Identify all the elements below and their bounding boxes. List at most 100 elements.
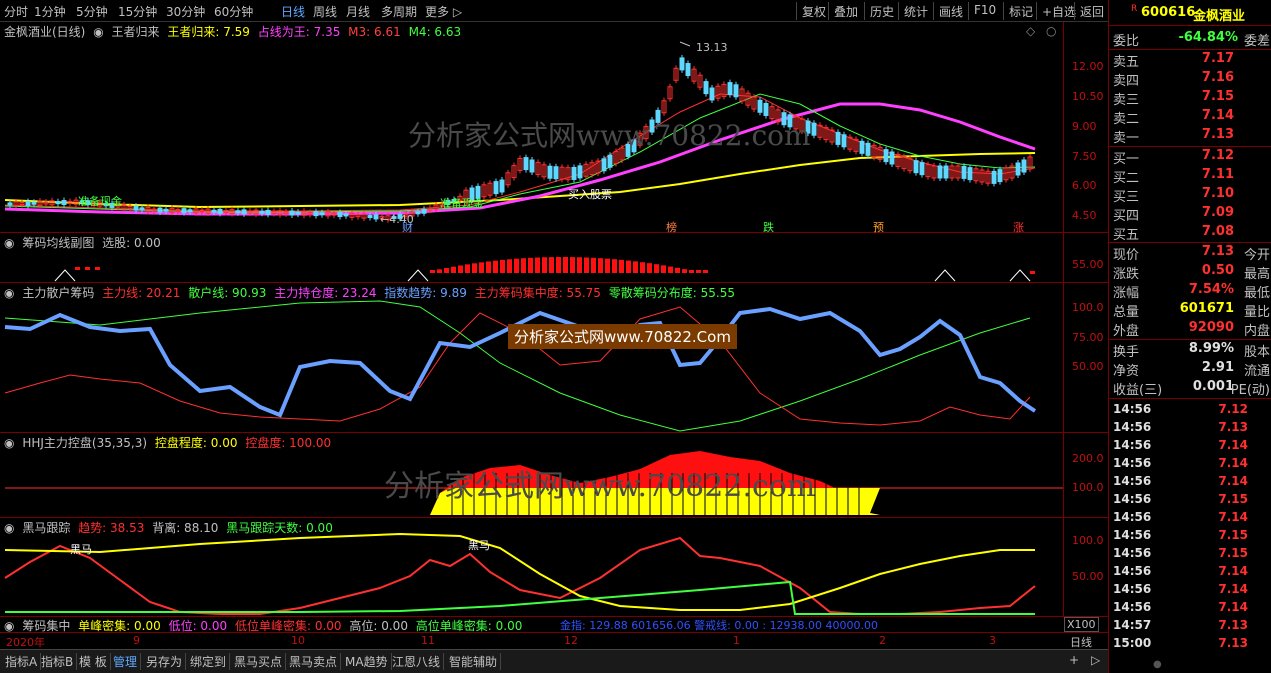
chip-bar: [584, 257, 589, 273]
candle: [181, 208, 187, 214]
bid-row: 买五 7.08: [1109, 224, 1271, 243]
draw-button[interactable]: 画线: [933, 2, 968, 20]
weibi-label: 委比: [1113, 34, 1140, 49]
period-more-button[interactable]: 更多 ▷: [425, 3, 462, 20]
main-retail-panel[interactable]: ◉ 主力散户筹码 主力线: 20.21 散户线: 90.93 主力持仓度: 23…: [0, 283, 1108, 433]
tick-time: 14:56: [1113, 474, 1152, 488]
tab-ma-trend[interactable]: MA趋势: [342, 653, 392, 670]
ask-row: 卖三 7.15: [1109, 89, 1271, 108]
chip-bar: [682, 269, 687, 273]
tick-price: 7.14: [1218, 438, 1248, 452]
tick-scroll-icon[interactable]: ●: [1153, 659, 1162, 670]
candle: [367, 215, 373, 219]
period-weekly-button[interactable]: 周线: [313, 3, 337, 20]
control-panel[interactable]: ◉ HHJ主力控盘(35,35,3) 控盘程度: 0.00 控盘度: 100.0…: [0, 433, 1108, 518]
tick-row: 14:57 7.13: [1109, 618, 1271, 636]
candle: [1015, 162, 1021, 176]
chip-bar: [570, 257, 575, 273]
main-tick: 6.00: [1072, 179, 1097, 192]
scroll-right-button[interactable]: ▷: [1088, 653, 1103, 667]
tick-price: 7.14: [1218, 510, 1248, 524]
chip-bar: [633, 261, 638, 273]
candle: [703, 81, 709, 95]
tab-blackhorse-sell[interactable]: 黑马卖点: [286, 653, 342, 670]
chip-bar: [451, 266, 456, 273]
chip-bar: [458, 265, 463, 273]
ask-row-label: 卖二: [1113, 112, 1140, 127]
tab-indicator-a[interactable]: 指标A: [2, 653, 42, 670]
history-button[interactable]: 历史: [864, 2, 899, 20]
bid-row: 买一 7.12: [1109, 148, 1271, 167]
period-minute-button[interactable]: 分时: [4, 3, 28, 20]
weidiff-label: 委差: [1243, 34, 1270, 49]
tab-blackhorse-buy[interactable]: 黑马买点: [231, 653, 287, 670]
candle: [937, 165, 943, 179]
chip-bar: [1030, 271, 1035, 274]
period-60min-button[interactable]: 60分钟: [214, 3, 253, 20]
candle: [967, 167, 973, 181]
tab-save-as[interactable]: 另存为: [143, 653, 187, 670]
chip-concentration-panel[interactable]: ◉ 筹码集中 单峰密集: 0.00 低位: 0.00 低位单峰密集: 0.00 …: [0, 617, 1108, 633]
tab-bind-to[interactable]: 绑定到: [187, 653, 231, 670]
blackhorse-panel[interactable]: ◉ 黑马跟踪 趋势: 38.53 背离: 88.10 黑马跟踪天数: 0.00 …: [0, 518, 1108, 617]
fuquan-button[interactable]: 复权: [796, 2, 831, 20]
ask-row-label: 卖四: [1113, 74, 1140, 89]
bid-row-value: 7.10: [1201, 186, 1234, 201]
tab-indicator-b[interactable]: 指标B: [38, 653, 78, 670]
tick-price: 7.14: [1218, 564, 1248, 578]
candle: [337, 212, 343, 218]
period-1min-button[interactable]: 1分钟: [34, 3, 66, 20]
period-daily-button[interactable]: 日线: [281, 3, 305, 20]
chip-ma-panel[interactable]: ◉ 筹码均线副图 选股: 0.00 55.00: [0, 233, 1108, 283]
main-tick: 12.00: [1072, 60, 1104, 73]
chip-bar: [507, 259, 512, 273]
chip-bar: [696, 270, 701, 273]
f10-button[interactable]: F10: [968, 2, 1001, 20]
candle: [943, 165, 949, 179]
chip-bar: [556, 257, 561, 273]
stats-button[interactable]: 统计: [898, 2, 933, 20]
high-price-label: 13.13: [696, 41, 728, 54]
stat-row-label: 涨幅: [1113, 286, 1140, 301]
tab-template[interactable]: 模 板: [76, 653, 111, 670]
bid-row-label: 买五: [1113, 228, 1140, 243]
period-multi-button[interactable]: 多周期: [381, 3, 417, 20]
add-tab-button[interactable]: +: [1066, 653, 1082, 667]
p5-title[interactable]: 筹码集中: [22, 619, 70, 633]
bid-row-value: 7.12: [1201, 148, 1234, 163]
main-kline-panel[interactable]: 金枫酒业(日线) ◉ 王者归来 王者归来: 7.59 占线为王: 7.35 M3…: [0, 22, 1108, 234]
candle: [499, 179, 505, 193]
period-monthly-button[interactable]: 月线: [346, 3, 370, 20]
mark-button[interactable]: 标记: [1003, 2, 1038, 20]
period-label[interactable]: 日线: [1070, 634, 1092, 650]
overlay-button[interactable]: 叠加: [828, 2, 863, 20]
candle: [865, 142, 871, 156]
chip-bar: [465, 264, 470, 273]
chip-bar: [605, 258, 610, 273]
peak-mark: [54, 269, 76, 282]
watermark-main: 分析家公式网www.70822.com: [408, 119, 811, 152]
period-30min-button[interactable]: 30分钟: [166, 3, 205, 20]
stat-row: 涨幅 7.54% 最低: [1109, 282, 1271, 301]
candle: [163, 208, 169, 212]
date-label: 11: [421, 634, 435, 647]
candle: [757, 99, 763, 113]
collapse-icon[interactable]: ◉: [4, 619, 14, 633]
tab-gann[interactable]: 江恩八线: [389, 653, 445, 670]
ask-row: 卖四 7.16: [1109, 70, 1271, 89]
stat-row-value: 0.50: [1201, 263, 1234, 278]
scale-button[interactable]: X100: [1064, 617, 1099, 632]
candle: [601, 158, 607, 172]
chip-bar: [612, 259, 617, 273]
tick-time: 14:56: [1113, 402, 1152, 416]
stat-row-value: 92090: [1188, 320, 1234, 335]
tab-smart-assist[interactable]: 智能辅助: [446, 653, 502, 670]
tab-manage[interactable]: 管理: [110, 653, 142, 670]
period-5min-button[interactable]: 5分钟: [76, 3, 108, 20]
back-button[interactable]: 返回: [1074, 2, 1109, 20]
tick-price: 7.13: [1218, 636, 1248, 650]
stock-name: 金枫酒业: [1193, 9, 1246, 24]
chip-bar: [528, 257, 533, 273]
main-tick: 10.50: [1072, 90, 1104, 103]
period-15min-button[interactable]: 15分钟: [118, 3, 157, 20]
